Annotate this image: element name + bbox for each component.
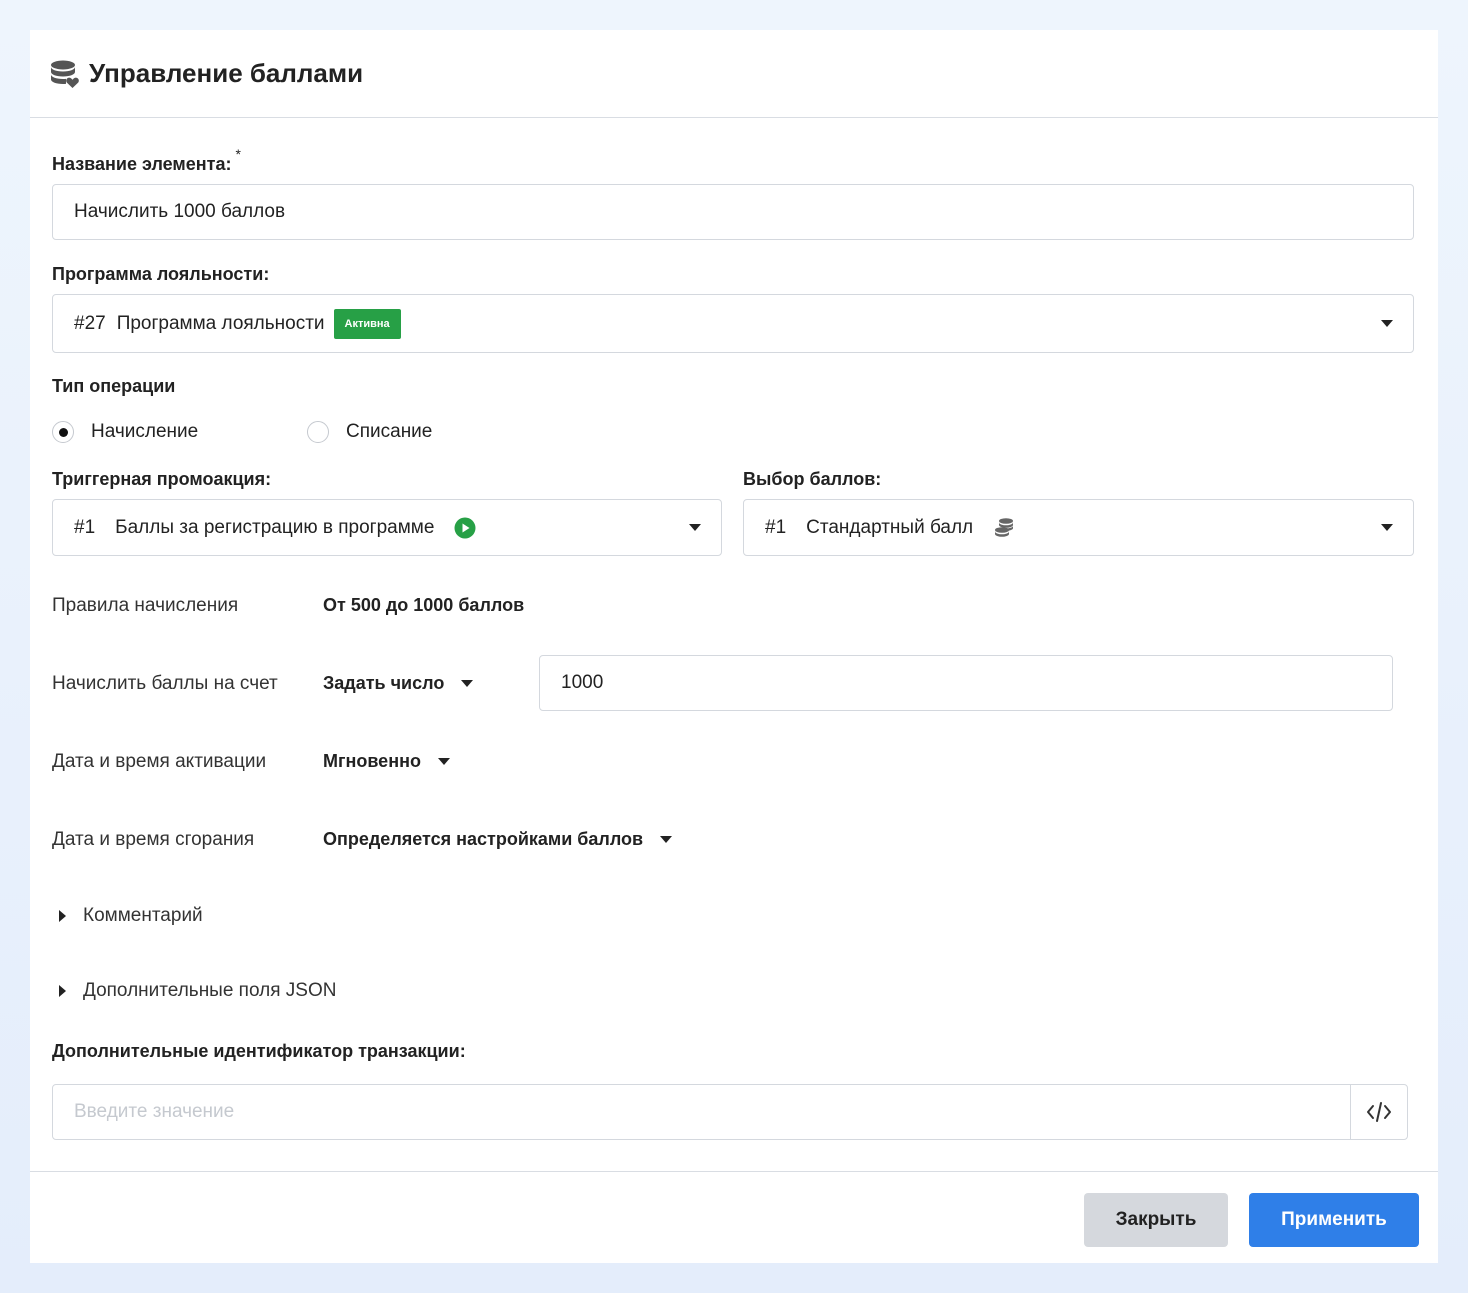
program-select[interactable]: #27 Программа лояльности Активна (52, 294, 1414, 353)
radio-accrual-label[interactable]: Начисление (91, 421, 198, 443)
rules-value: От 500 до 1000 баллов (323, 595, 525, 615)
radio-accrual[interactable] (52, 421, 74, 443)
name-label: Название элемента: * (52, 146, 241, 174)
transaction-label: Дополнительные идентификатор транзакции: (52, 1041, 466, 1061)
chevron-down-icon (660, 836, 673, 843)
accrue-mode-dropdown[interactable]: Задать число (323, 673, 474, 694)
rules-label: Правила начисления (52, 595, 239, 616)
chevron-down-icon (689, 524, 701, 531)
accrue-amount-input[interactable]: 1000 (539, 655, 1393, 711)
code-icon (1365, 1101, 1393, 1123)
trigger-label: Триггерная промоакция: (52, 469, 272, 489)
operation-label: Тип операции (52, 376, 176, 396)
status-badge: Активна (333, 308, 401, 339)
transaction-input[interactable]: Введите значение (52, 1084, 1352, 1140)
chevron-down-icon (1381, 524, 1393, 531)
program-label: Программа лояльности: (52, 264, 270, 284)
comment-toggle[interactable]: Комментарий (59, 905, 203, 927)
play-circle-icon (454, 517, 476, 539)
name-input[interactable]: Начислить 1000 баллов (52, 184, 1414, 240)
points-name: Стандартный балл (806, 516, 974, 538)
trigger-select[interactable]: #1 Баллы за регистрацию в программе (52, 499, 722, 556)
json-fields-toggle[interactable]: Дополнительные поля JSON (59, 980, 336, 1002)
caret-right-icon (59, 910, 66, 922)
program-name: Программа лояльности (116, 312, 325, 334)
trigger-id: #1 (74, 516, 96, 538)
code-button[interactable] (1350, 1084, 1408, 1140)
expiry-label: Дата и время сгорания (52, 829, 255, 850)
points-id: #1 (765, 516, 787, 538)
chevron-down-icon (1381, 320, 1393, 327)
program-id: #27 (74, 312, 106, 334)
accrue-label: Начислить баллы на счет (52, 673, 278, 694)
close-button[interactable]: Закрыть (1084, 1193, 1228, 1247)
footer-divider (30, 1171, 1438, 1172)
apply-button[interactable]: Применить (1249, 1193, 1419, 1247)
activation-dropdown[interactable]: Мгновенно (323, 751, 450, 772)
chevron-down-icon (437, 758, 450, 765)
required-mark: * (235, 146, 241, 162)
activation-label: Дата и время активации (52, 751, 267, 772)
modal-header: Управление баллами (30, 30, 1438, 118)
chevron-down-icon (461, 680, 474, 687)
caret-right-icon (59, 985, 66, 997)
points-select[interactable]: #1 Стандартный балл (743, 499, 1414, 556)
database-heart-icon (50, 59, 80, 89)
expiry-dropdown[interactable]: Определяется настройками баллов (323, 829, 673, 850)
modal-title: Управление баллами (89, 58, 364, 88)
radio-writeoff[interactable] (307, 421, 329, 443)
coins-icon (993, 517, 1015, 539)
points-management-modal: Управление баллами Название элемента: * Н… (30, 30, 1438, 1263)
radio-writeoff-label[interactable]: Списание (346, 421, 432, 443)
points-label: Выбор баллов: (743, 469, 882, 489)
trigger-name: Баллы за регистрацию в программе (115, 516, 435, 538)
